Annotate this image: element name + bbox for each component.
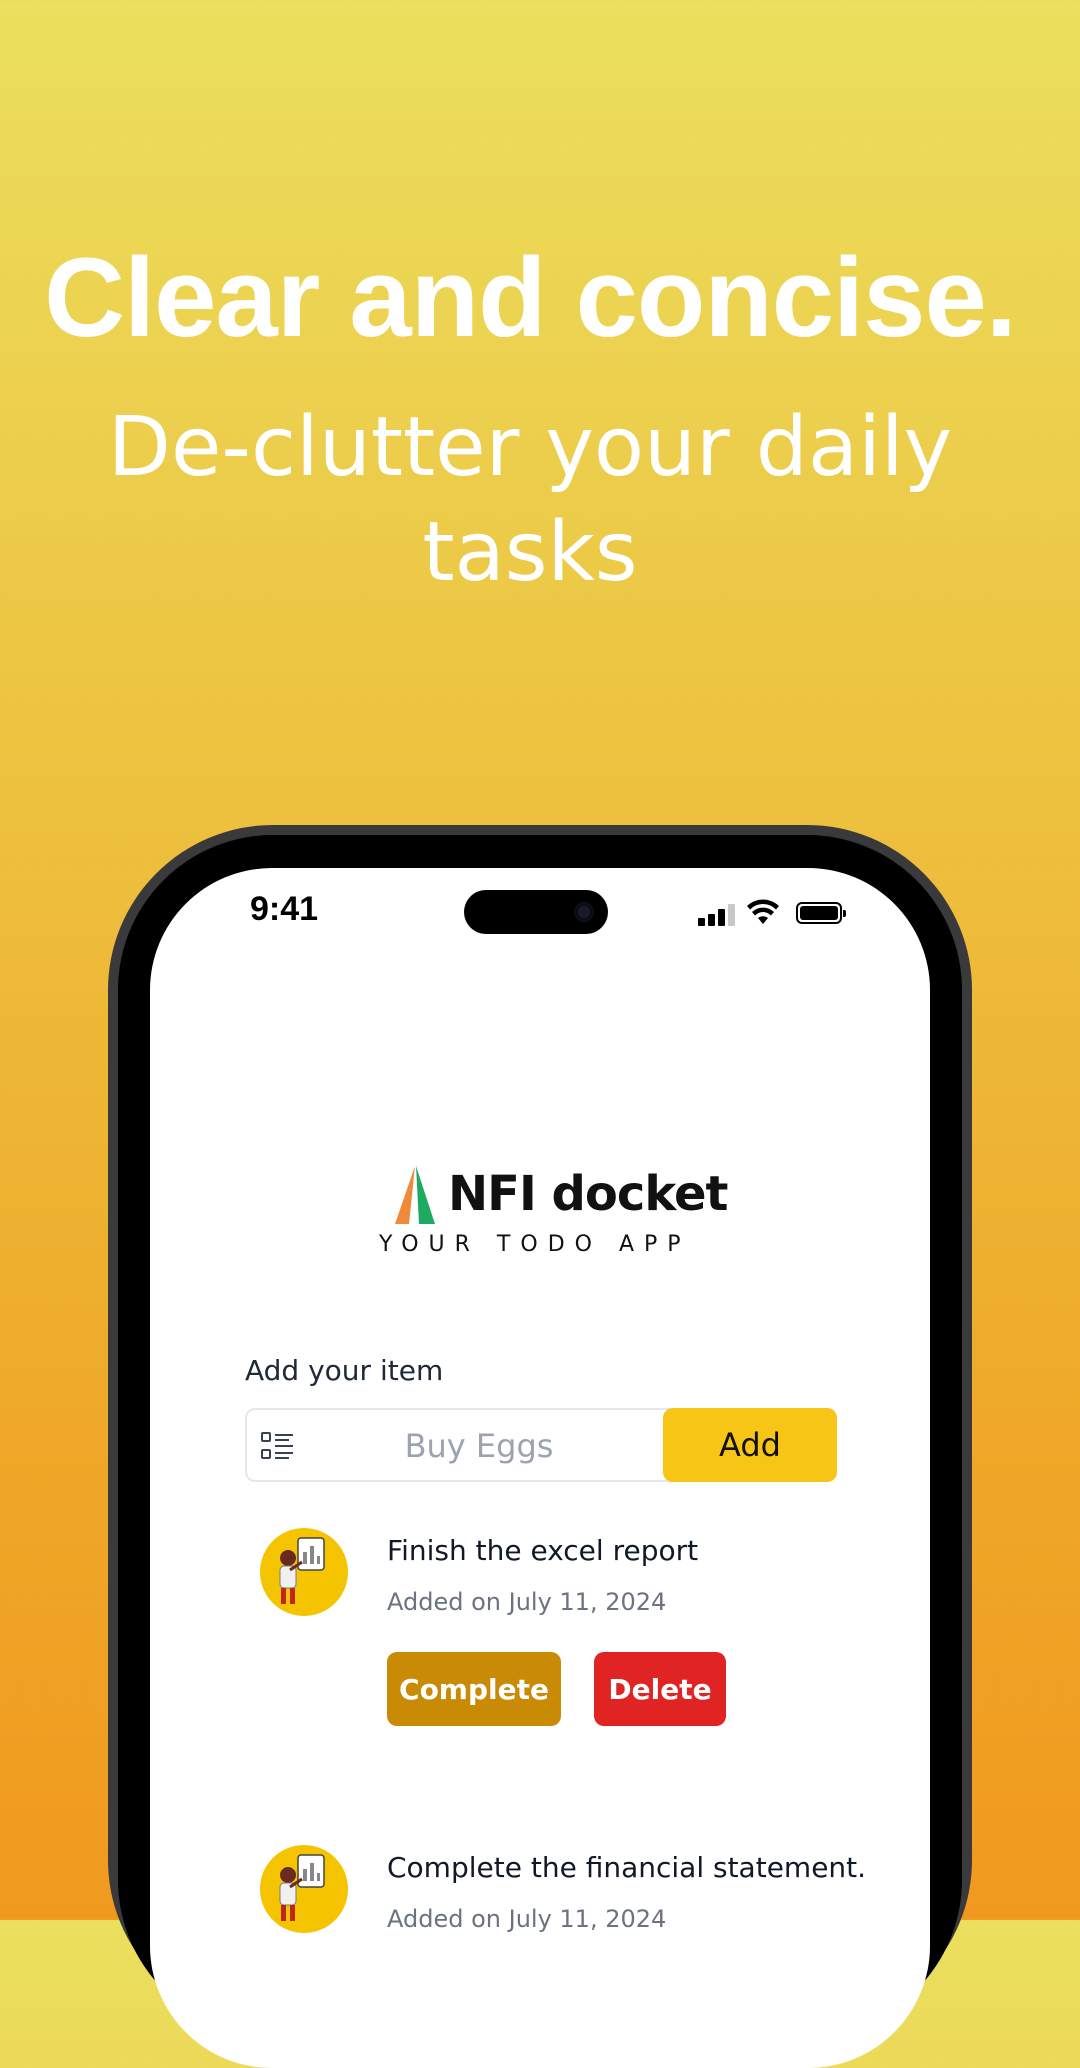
todo-item: Complete the financial statement. Added … (260, 1845, 866, 2055)
app-logo: NFI docket YOUR TODO APP (379, 1164, 728, 1274)
camera-icon (574, 902, 594, 922)
dynamic-island (464, 890, 608, 934)
status-time: 9:41 (250, 890, 319, 928)
add-button[interactable]: Add (663, 1408, 837, 1482)
todo-date: Added on July 11, 2024 (387, 1905, 667, 1933)
delete-button[interactable]: Delete (594, 1652, 726, 1726)
logo-tagline: YOUR TODO APP (379, 1232, 691, 1257)
list-icon (261, 1432, 293, 1459)
phone-screen: 9:41 NFI docket YOUR TODO APP Add your i… (150, 868, 930, 2068)
marketing-subhead: De-clutter your daily tasks (107, 400, 953, 600)
todo-item: Finish the excel report Added on July 11… (260, 1528, 860, 1738)
complete-button[interactable]: Complete (387, 1652, 561, 1726)
signal-icon (698, 904, 736, 926)
wifi-icon (747, 899, 779, 924)
battery-icon (796, 902, 846, 924)
logo-mark-icon (395, 1166, 435, 1224)
add-item-form: Add (245, 1408, 837, 1482)
todo-date: Added on July 11, 2024 (387, 1588, 667, 1616)
todo-avatar (260, 1528, 348, 1616)
todo-title: Complete the financial statement. (387, 1851, 867, 1884)
add-item-label: Add your item (245, 1354, 444, 1387)
person-report-icon (279, 1537, 325, 1604)
marketing-headline: Clear and concise. (44, 235, 1017, 360)
logo-title: NFI docket (448, 1166, 728, 1222)
todo-title: Finish the excel report (387, 1534, 699, 1567)
add-item-input[interactable] (307, 1410, 651, 1482)
